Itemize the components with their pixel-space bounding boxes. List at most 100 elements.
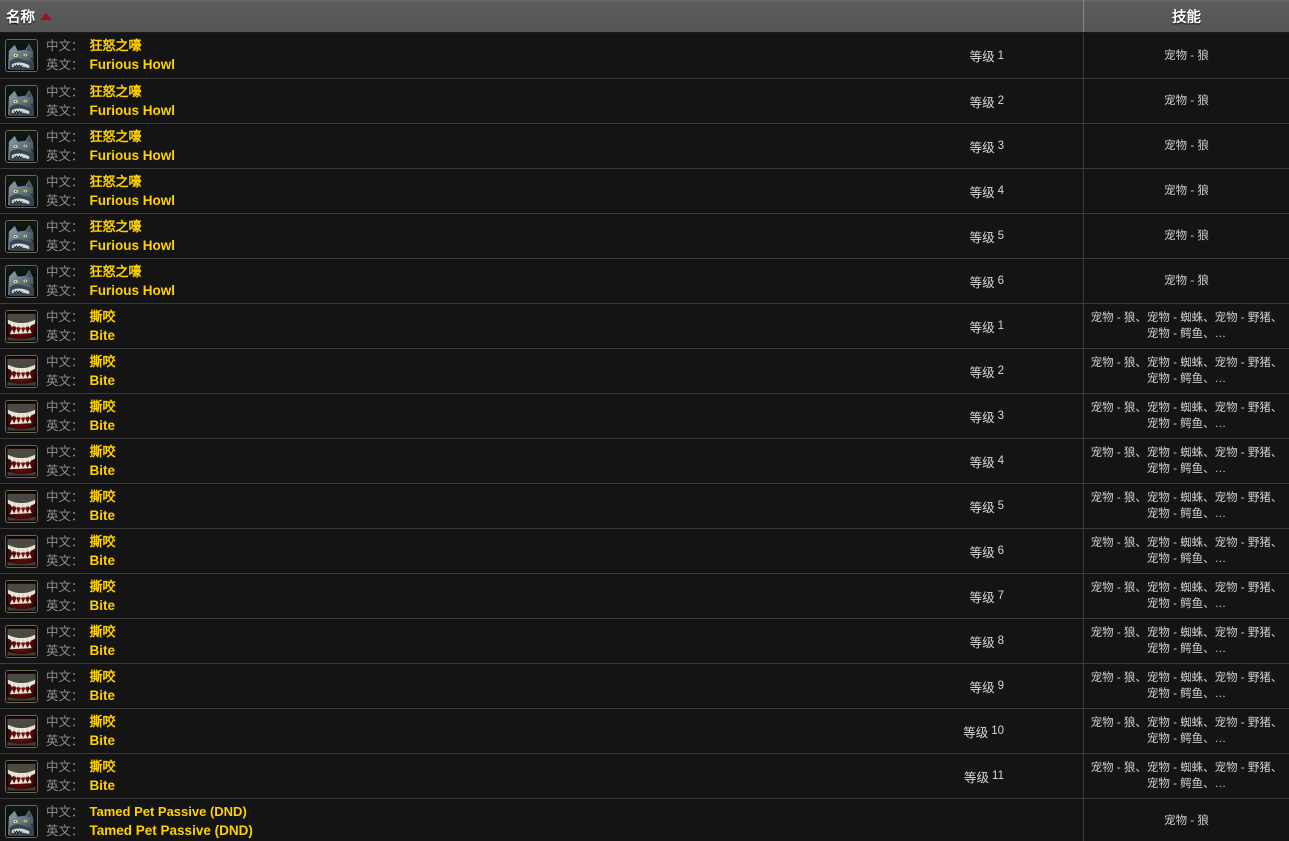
chinese-value[interactable]: 狂怒之嚎 [90,128,142,145]
skill-value[interactable]: 宠物 - 狼 [1164,93,1209,109]
cell-level: 等级 10 [940,709,1083,753]
skill-value[interactable]: 宠物 - 狼、宠物 - 蜘蛛、宠物 - 野猪、宠物 - 鳄鱼、… [1090,490,1283,522]
skill-value[interactable]: 宠物 - 狼、宠物 - 蜘蛛、宠物 - 野猪、宠物 - 鳄鱼、… [1090,355,1283,387]
spell-name-block: 中文： 撕咬 英文： Bite [46,713,116,750]
bite-teeth-icon[interactable] [5,444,38,478]
bite-teeth-icon[interactable] [5,579,38,613]
english-value[interactable]: Tamed Pet Passive (DND) [90,822,253,839]
skill-value[interactable]: 宠物 - 狼 [1164,48,1209,64]
chinese-value[interactable]: 撕咬 [90,488,116,505]
table-row[interactable]: 中文： 狂怒之嚎 英文： Furious Howl 等级 2 宠物 - 狼 [0,78,1289,123]
chinese-value[interactable]: 撕咬 [90,578,116,595]
table-row[interactable]: 中文： 撕咬 英文： Bite 等级 8 宠物 - 狼、宠物 - 蜘蛛、宠物 - 野猪、宠物… [0,618,1289,663]
bite-teeth-icon[interactable] [5,354,38,388]
english-value[interactable]: Bite [90,687,116,704]
chinese-value[interactable]: 撕咬 [90,623,116,640]
skill-value[interactable]: 宠物 - 狼 [1164,813,1209,829]
table-row[interactable]: 中文： 狂怒之嚎 英文： Furious Howl 等级 6 宠物 - 狼 [0,258,1289,303]
chinese-value[interactable]: 撕咬 [90,533,116,550]
chinese-value[interactable]: 撕咬 [90,353,116,370]
skill-value[interactable]: 宠物 - 狼、宠物 - 蜘蛛、宠物 - 野猪、宠物 - 鳄鱼、… [1090,535,1283,567]
english-value[interactable]: Bite [90,597,116,614]
wolf-head-icon[interactable] [5,174,38,208]
table-row[interactable]: 中文： 撕咬 英文： Bite 等级 2 宠物 - 狼、宠物 - 蜘蛛、宠物 - 野猪、宠物… [0,348,1289,393]
english-value[interactable]: Bite [90,732,116,749]
english-value[interactable]: Bite [90,417,116,434]
english-value[interactable]: Bite [90,552,116,569]
skill-value[interactable]: 宠物 - 狼、宠物 - 蜘蛛、宠物 - 野猪、宠物 - 鳄鱼、… [1090,310,1283,342]
skill-value[interactable]: 宠物 - 狼 [1164,228,1209,244]
skill-value[interactable]: 宠物 - 狼 [1164,138,1209,154]
chinese-value[interactable]: 撕咬 [90,398,116,415]
skill-value[interactable]: 宠物 - 狼、宠物 - 蜘蛛、宠物 - 野猪、宠物 - 鳄鱼、… [1090,760,1283,792]
table-row[interactable]: 中文： 撕咬 英文： Bite 等级 3 宠物 - 狼、宠物 - 蜘蛛、宠物 - 野猪、宠物… [0,393,1289,438]
chinese-value[interactable]: 狂怒之嚎 [90,173,142,190]
cell-level: 等级 1 [940,304,1083,348]
english-value[interactable]: Bite [90,327,116,344]
english-value[interactable]: Bite [90,777,116,794]
english-value[interactable]: Bite [90,462,116,479]
table-row[interactable]: 中文： 撕咬 英文： Bite 等级 11 宠物 - 狼、宠物 - 蜘蛛、宠物 - 野猪、宠… [0,753,1289,798]
skill-value[interactable]: 宠物 - 狼、宠物 - 蜘蛛、宠物 - 野猪、宠物 - 鳄鱼、… [1090,580,1283,612]
chinese-value[interactable]: 撕咬 [90,308,116,325]
chinese-value[interactable]: Tamed Pet Passive (DND) [90,803,247,820]
wolf-head-icon[interactable] [5,39,38,72]
bite-teeth-icon[interactable] [5,714,38,748]
table-row[interactable]: 中文： 狂怒之嚎 英文： Furious Howl 等级 3 宠物 - 狼 [0,123,1289,168]
cell-name: 中文： 狂怒之嚎 英文： Furious Howl [0,169,940,213]
table-row[interactable]: 中文： 撕咬 英文： Bite 等级 10 宠物 - 狼、宠物 - 蜘蛛、宠物 - 野猪、宠… [0,708,1289,753]
wolf-head-icon[interactable] [5,129,38,163]
skill-value[interactable]: 宠物 - 狼、宠物 - 蜘蛛、宠物 - 野猪、宠物 - 鳄鱼、… [1090,625,1283,657]
chinese-value[interactable]: 狂怒之嚎 [90,37,142,54]
table-row[interactable]: 中文： 撕咬 英文： Bite 等级 6 宠物 - 狼、宠物 - 蜘蛛、宠物 - 野猪、宠物… [0,528,1289,573]
chinese-value[interactable]: 撕咬 [90,713,116,730]
wolf-head-icon[interactable] [5,84,38,118]
spell-name-english: 英文： Tamed Pet Passive (DND) [46,822,253,840]
wolf-head-icon[interactable] [5,804,38,838]
english-value[interactable]: Furious Howl [90,282,176,299]
skill-value[interactable]: 宠物 - 狼 [1164,183,1209,199]
table-row[interactable]: 中文： 撕咬 英文： Bite 等级 1 宠物 - 狼、宠物 - 蜘蛛、宠物 - 野猪、宠物… [0,303,1289,348]
skill-value[interactable]: 宠物 - 狼、宠物 - 蜘蛛、宠物 - 野猪、宠物 - 鳄鱼、… [1090,715,1283,747]
chinese-value[interactable]: 撕咬 [90,668,116,685]
english-value[interactable]: Bite [90,372,116,389]
chinese-value[interactable]: 撕咬 [90,758,116,775]
skill-value[interactable]: 宠物 - 狼、宠物 - 蜘蛛、宠物 - 野猪、宠物 - 鳄鱼、… [1090,670,1283,702]
table-row[interactable]: 中文： Tamed Pet Passive (DND) 英文： Tamed Pet P… [0,798,1289,841]
english-value[interactable]: Furious Howl [90,56,176,73]
bite-teeth-icon[interactable] [5,759,38,793]
table-row[interactable]: 中文： 狂怒之嚎 英文： Furious Howl 等级 5 宠物 - 狼 [0,213,1289,258]
bite-teeth-icon[interactable] [5,669,38,703]
table-row[interactable]: 中文： 撕咬 英文： Bite 等级 9 宠物 - 狼、宠物 - 蜘蛛、宠物 - 野猪、宠物… [0,663,1289,708]
chinese-value[interactable]: 狂怒之嚎 [90,83,142,100]
sort-ascending-icon[interactable] [40,13,52,20]
column-header-name[interactable]: 名称 [0,0,1083,32]
bite-teeth-icon[interactable] [5,534,38,568]
english-value[interactable]: Furious Howl [90,147,176,164]
table-row[interactable]: 中文： 撕咬 英文： Bite 等级 5 宠物 - 狼、宠物 - 蜘蛛、宠物 - 野猪、宠物… [0,483,1289,528]
english-value[interactable]: Furious Howl [90,102,176,119]
column-header-skill[interactable]: 技能 [1083,0,1289,32]
spell-name-chinese: 中文： 撕咬 [46,668,116,686]
english-value[interactable]: Furious Howl [90,237,176,254]
wolf-head-icon[interactable] [5,264,38,298]
bite-teeth-icon[interactable] [5,489,38,523]
bite-teeth-icon[interactable] [5,399,38,433]
table-row[interactable]: 中文： 撕咬 英文： Bite 等级 7 宠物 - 狼、宠物 - 蜘蛛、宠物 - 野猪、宠物… [0,573,1289,618]
chinese-label: 中文： [46,804,84,819]
skill-value[interactable]: 宠物 - 狼 [1164,273,1209,289]
table-row[interactable]: 中文： 狂怒之嚎 英文： Furious Howl 等级 1 宠物 - 狼 [0,33,1289,78]
table-row[interactable]: 中文： 狂怒之嚎 英文： Furious Howl 等级 4 宠物 - 狼 [0,168,1289,213]
table-row[interactable]: 中文： 撕咬 英文： Bite 等级 4 宠物 - 狼、宠物 - 蜘蛛、宠物 - 野猪、宠物… [0,438,1289,483]
english-value[interactable]: Furious Howl [90,192,176,209]
skill-value[interactable]: 宠物 - 狼、宠物 - 蜘蛛、宠物 - 野猪、宠物 - 鳄鱼、… [1090,445,1283,477]
bite-teeth-icon[interactable] [5,309,38,343]
chinese-value[interactable]: 狂怒之嚎 [90,263,142,280]
wolf-head-icon[interactable] [5,219,38,253]
chinese-value[interactable]: 狂怒之嚎 [90,218,142,235]
skill-value[interactable]: 宠物 - 狼、宠物 - 蜘蛛、宠物 - 野猪、宠物 - 鳄鱼、… [1090,400,1283,432]
english-value[interactable]: Bite [90,642,116,659]
english-value[interactable]: Bite [90,507,116,524]
bite-teeth-icon[interactable] [5,624,38,658]
chinese-value[interactable]: 撕咬 [90,443,116,460]
